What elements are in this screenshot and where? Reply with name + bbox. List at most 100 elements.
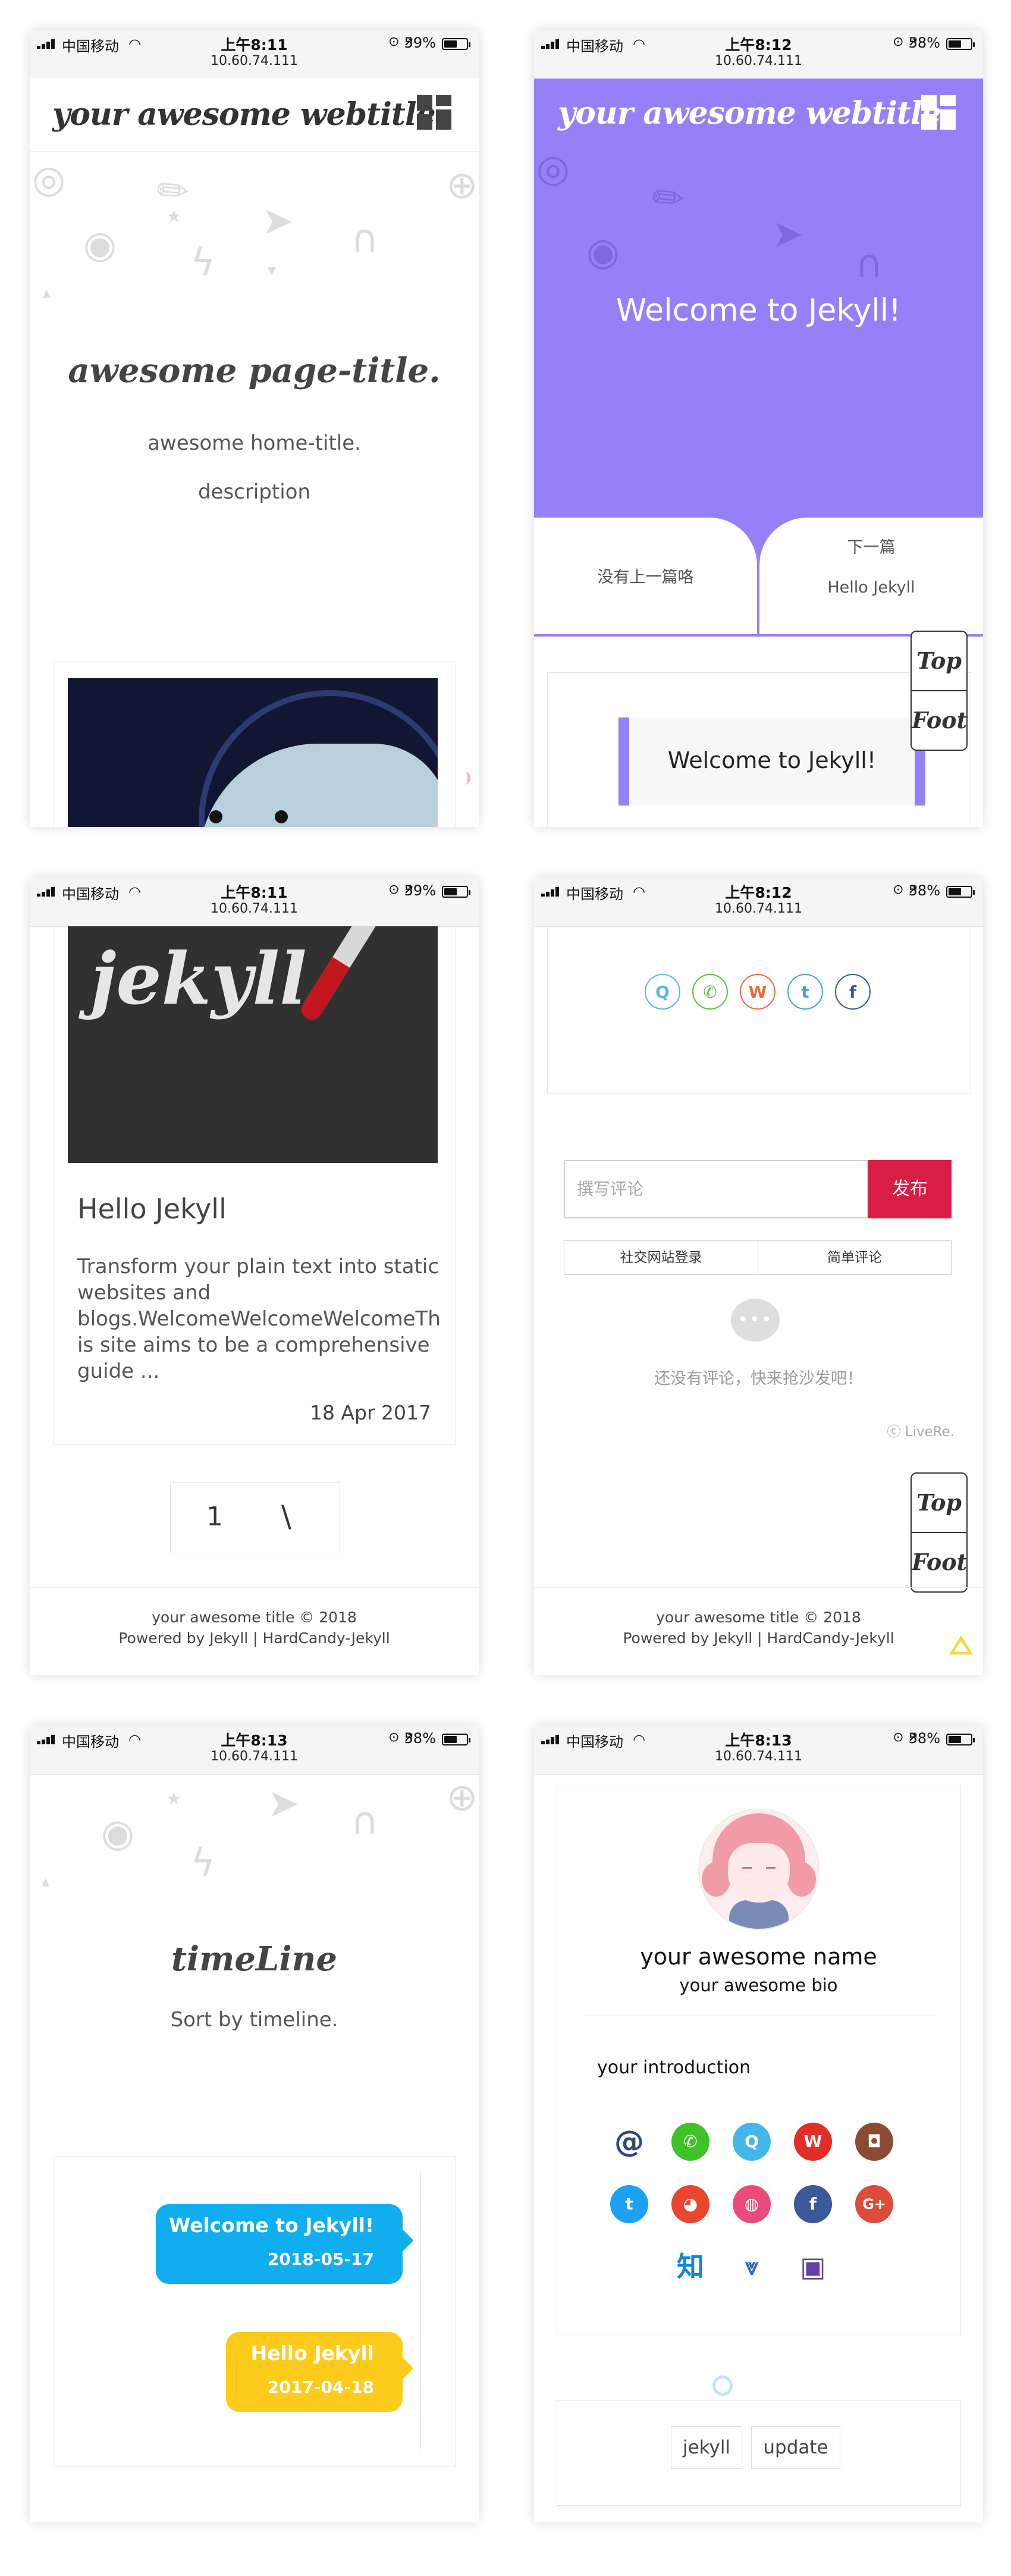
headphones-doodle-icon: ∩ <box>351 1800 379 1844</box>
home-description: description <box>197 480 311 504</box>
decoration-mark <box>459 772 470 785</box>
star-doodle-icon: ★ <box>167 1789 182 1809</box>
download-icon[interactable]: ⩔ <box>733 2248 771 2286</box>
dribbble-icon[interactable]: ◍ <box>733 2185 771 2223</box>
paper-plane-doodle-icon: ➤ <box>262 199 294 243</box>
timeline-item[interactable]: Welcome to Jekyll! 2018-05-17 <box>156 2204 403 2284</box>
top-button[interactable]: Top <box>912 1474 966 1532</box>
top-foot-buttons: Top Foot <box>910 1472 968 1593</box>
ring-doodle-icon: ◎ <box>32 158 65 202</box>
menu-grid-icon[interactable] <box>921 95 956 130</box>
top-button[interactable]: Top <box>912 632 966 690</box>
post-cover-image[interactable]: jekyll <box>68 926 438 1163</box>
avatar <box>698 1809 820 1930</box>
home-title: awesome home-title. <box>147 431 361 455</box>
page-url[interactable]: 10.60.74.111 <box>534 901 983 916</box>
top-foot-buttons: Top Foot <box>910 631 968 751</box>
wechat-icon[interactable]: ✆ <box>671 2123 709 2161</box>
timeline-item-title: Hello Jekyll <box>250 2342 374 2365</box>
triangle-doodle-icon: ▴ <box>43 284 51 302</box>
footer-copyright: your awesome title © 2018 <box>656 1609 861 1626</box>
social-login-tab[interactable]: 社交网站登录 <box>564 1240 758 1275</box>
post-title[interactable]: Hello Jekyll <box>77 1193 227 1225</box>
email-icon[interactable]: @ <box>610 2123 648 2161</box>
comment-submit-button[interactable]: 发布 <box>868 1160 952 1218</box>
google-plus-icon[interactable]: G+ <box>855 2185 893 2223</box>
weibo-icon[interactable]: W <box>794 2123 832 2161</box>
controller-doodle-icon: ⊕ <box>446 1776 478 1820</box>
timeline-card <box>54 2157 456 2467</box>
page-url[interactable]: 10.60.74.111 <box>534 1749 983 1764</box>
comment-input[interactable]: 撰写评论 <box>564 1160 868 1218</box>
status-bar: 中国移动 ◠ 上午8:12 10.60.74.111 ⊙ ➚ 58% <box>534 878 983 927</box>
next-page-link[interactable]: \ <box>281 1499 291 1534</box>
tag-jekyll[interactable]: jekyll <box>671 2426 742 2469</box>
author-introduction: your introduction <box>597 2057 751 2078</box>
triangle-mark <box>949 1635 973 1654</box>
foot-button[interactable]: Foot <box>912 1532 967 1591</box>
battery-icon <box>442 1734 470 1745</box>
page-url[interactable]: 10.60.74.111 <box>30 54 479 68</box>
battery-percent: 59% <box>404 882 436 899</box>
twitter-icon[interactable]: t <box>787 974 823 1010</box>
battery-icon <box>946 1734 975 1745</box>
comment-bubble-icon: ••• <box>731 1299 780 1342</box>
lightning-doodle-icon: ϟ <box>190 241 216 285</box>
test-tube-icon <box>297 926 382 1024</box>
navbar: your awesome webtitle <box>30 79 479 152</box>
page-url[interactable]: 10.60.74.111 <box>534 54 983 68</box>
zhihu-icon[interactable]: 知 <box>671 2248 709 2286</box>
weibo-icon[interactable]: W <box>740 974 775 1010</box>
facebook-icon[interactable]: f <box>835 974 871 1010</box>
previous-post-link[interactable]: 没有上一篇咯 <box>534 518 757 634</box>
author-bio: your awesome bio <box>679 1975 838 1995</box>
menu-grid-icon[interactable] <box>417 95 451 130</box>
wechat-icon[interactable]: ✆ <box>692 974 728 1010</box>
twitch-icon[interactable]: ▣ <box>794 2248 832 2286</box>
triangle-doodle-icon: ▾ <box>268 260 277 280</box>
page-url[interactable]: 10.60.74.111 <box>30 901 479 916</box>
facebook-icon[interactable]: f <box>794 2185 832 2223</box>
instagram-icon[interactable]: ◘ <box>855 2123 893 2161</box>
share-card <box>547 926 971 1093</box>
site-brand[interactable]: your awesome webtitle <box>52 96 436 133</box>
home-page-screenshot: 中国移动 ◠ 上午8:11 10.60.74.111 ⊙ ➚ 59% ◎ ✎ ➤… <box>30 30 479 827</box>
twitter-icon[interactable]: t <box>610 2185 648 2223</box>
battery-icon <box>946 886 975 898</box>
qq-icon[interactable]: Q <box>733 2123 771 2161</box>
tag-update[interactable]: update <box>751 2426 840 2469</box>
next-post-label: 下一篇 <box>847 538 896 557</box>
next-post-title: Hello Jekyll <box>827 578 915 597</box>
timeline-item[interactable]: Hello Jekyll 2017-04-18 <box>226 2332 403 2412</box>
page-number[interactable]: 1 <box>206 1502 223 1532</box>
site-brand[interactable]: your awesome webtitle <box>558 95 941 131</box>
github-icon[interactable]: ◕ <box>671 2185 709 2223</box>
decoration-ring <box>712 2376 733 2396</box>
status-bar: 中国移动 ◠ 上午8:11 10.60.74.111 ⊙ ➚ 59% <box>30 30 479 79</box>
battery-percent: 58% <box>404 1730 436 1747</box>
status-bar: 中国移动 ◠ 上午8:11 10.60.74.111 ⊙ ➚ 59% <box>30 878 479 927</box>
simple-comment-tab[interactable]: 简单评论 <box>758 1240 952 1275</box>
qq-icon[interactable]: Q <box>645 974 680 1010</box>
next-post-link[interactable]: 下一篇 Hello Jekyll <box>759 518 983 634</box>
footer-copyright: your awesome title © 2018 <box>152 1609 357 1626</box>
paper-plane-doodle-icon: ➤ <box>772 212 804 256</box>
battery-percent: 58% <box>908 35 940 51</box>
timeline-item-title: Welcome to Jekyll! <box>168 2214 374 2237</box>
battery-percent: 59% <box>404 35 436 51</box>
timeline-item-date: 2017-04-18 <box>267 2377 374 2397</box>
previous-post-label: 没有上一篇咯 <box>597 568 694 587</box>
battery-percent: 58% <box>908 882 940 899</box>
post-blockquote: Welcome to Jekyll! <box>618 717 925 806</box>
star-doodle-icon: ★ <box>167 206 182 226</box>
timeline-title: timeLine <box>171 1939 337 1979</box>
footer-powered-by[interactable]: Powered by Jekyll | HardCandy-Jekyll <box>30 1629 479 1647</box>
jekyll-logo-text: jekyll <box>90 937 307 1021</box>
post-date: 18 Apr 2017 <box>309 1401 431 1424</box>
foot-button[interactable]: Foot <box>912 690 967 750</box>
post-hero-title: Welcome to Jekyll! <box>616 293 902 328</box>
livere-brand[interactable]: ⓒ LiveRe. <box>887 1420 955 1440</box>
post-cover-image[interactable] <box>68 678 438 827</box>
footer-powered-by[interactable]: Powered by Jekyll | HardCandy-Jekyll <box>534 1629 983 1647</box>
page-url[interactable]: 10.60.74.111 <box>30 1749 479 1764</box>
